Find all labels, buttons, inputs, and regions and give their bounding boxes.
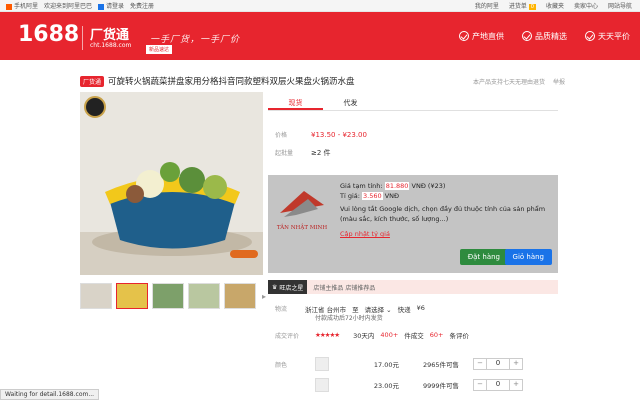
shop-text: 店铺主推品 店铺推荐品	[313, 284, 376, 292]
ship-note: 付款成功后72小时内发货	[315, 315, 383, 322]
minus-icon[interactable]: −	[474, 359, 486, 369]
mobile-link[interactable]: 手机阿里	[6, 1, 38, 10]
check-circle-icon	[522, 31, 532, 41]
nav-quality-select[interactable]: 品质精选	[522, 31, 567, 42]
slogan-tag: 新品速达	[146, 45, 173, 54]
thumbnail[interactable]	[188, 283, 220, 309]
quantity-stepper[interactable]: − 0 +	[473, 358, 523, 370]
my-alibaba-link[interactable]: 我的阿里	[475, 1, 499, 10]
stats-label: 成交评价	[275, 332, 300, 340]
price-row: 价格 ¥13.50 - ¥23.00	[275, 130, 367, 139]
shipping-label: 物流	[275, 306, 288, 313]
cart-count-badge: 0	[528, 4, 536, 10]
check-circle-icon	[585, 31, 595, 41]
product-photo	[80, 92, 263, 275]
quantity-input[interactable]: 0	[486, 359, 510, 369]
variant-row: 颜色 17.00元 2965件可售 − 0 +	[275, 357, 523, 371]
price-value: ¥13.50 - ¥23.00	[311, 131, 367, 139]
thumbnail[interactable]	[80, 283, 112, 309]
extension-panel: TÂN NHẬT MINH Giá tạm tính: 81.880 VNĐ (…	[268, 175, 558, 273]
quantity-stepper[interactable]: − 0 +	[473, 379, 523, 391]
estimated-price-line: Giá tạm tính: 81.880 VNĐ (¥23)	[340, 182, 446, 190]
plus-icon[interactable]: +	[510, 359, 522, 369]
logo-divider	[82, 26, 83, 50]
tan-nhat-minh-logo: TÂN NHẬT MINH	[277, 191, 328, 231]
plus-icon[interactable]: +	[510, 380, 522, 390]
cart-button[interactable]: Giỏ hàng	[504, 249, 552, 265]
deal-count: 400+	[380, 331, 399, 339]
variant-thumbnail[interactable]	[315, 378, 329, 392]
site-logo[interactable]: 1688	[18, 22, 79, 47]
site-nav-link[interactable]: 网站导航	[608, 1, 632, 10]
product-main-image[interactable]	[80, 92, 263, 275]
svg-text:TÂN NHẬT MINH: TÂN NHẬT MINH	[277, 223, 328, 231]
product-title-row: 厂货通 可旋转火锅蔬菜拼盘家用分格抖音同款塑料双层火果盘火锅沥水盘	[80, 75, 355, 87]
stats-row: 成交评价 ★★★★★ 30天内 400+ 件成交 60+ 条评价	[275, 330, 469, 340]
browser-status-bar: Waiting for detail.1688.com...	[0, 389, 100, 400]
slogan: 一手厂货，一手厂价	[150, 35, 241, 45]
phone-icon	[6, 3, 12, 10]
user-icon	[98, 3, 105, 10]
crown-icon: ♛	[272, 283, 278, 291]
nav-daily-price[interactable]: 天天平价	[585, 31, 630, 42]
product-title: 可旋转火锅蔬菜拼盘家用分格抖音同款塑料双层火果盘火锅沥水盘	[108, 77, 355, 87]
nav-origin-direct[interactable]: 产地直供	[459, 31, 504, 42]
chevron-down-icon: ⌄	[386, 306, 392, 314]
tab-dropship[interactable]: 代发	[323, 95, 378, 110]
top-bar-right: 我的阿里 进货单 0 收藏夹 卖家中心 网站导航	[475, 1, 640, 10]
moq-row: 起批量 ≥2 件	[275, 148, 331, 158]
exchange-rate-line: Tỉ giá: 3.560 VNĐ	[340, 192, 400, 200]
variant-label: 颜色	[275, 361, 288, 369]
quantity-input[interactable]: 0	[486, 380, 510, 390]
register-link[interactable]: 免费注册	[130, 1, 154, 10]
thumbnail[interactable]	[224, 283, 256, 309]
stats-days: 30天内	[353, 332, 375, 340]
extension-info: Giá tạm tính: 81.880 VNĐ (¥23) Tỉ giá: 3…	[340, 181, 545, 239]
variant-stock: 2965件可售	[422, 361, 459, 369]
tab-in-stock[interactable]: 现货	[268, 95, 323, 110]
store-tag: 厂货通	[80, 75, 105, 87]
variant-thumbnail[interactable]	[315, 357, 329, 371]
brand-badge-icon	[84, 96, 106, 118]
favorites-link[interactable]: 收藏夹	[546, 1, 564, 10]
variant-stock: 9999件可售	[422, 382, 459, 390]
deal-word: 件成交	[404, 332, 424, 340]
site-header: 1688 厂货通 cht.1688.com 一手厂货，一手厂价 新品速达 产地直…	[0, 12, 640, 60]
review-word: 条评价	[449, 332, 470, 340]
thumbnail[interactable]	[116, 283, 148, 309]
cart-link[interactable]: 进货单 0	[509, 1, 536, 10]
instruction-line: Vui lòng tắt Google dịch, chọn đầy đủ th…	[340, 205, 546, 213]
channel-url: cht.1688.com	[90, 42, 132, 49]
rating-stars: ★★★★★	[315, 331, 340, 339]
moq-label: 起批量	[275, 150, 294, 157]
channel-name[interactable]: 厂货通	[90, 24, 129, 43]
welcome-text: 欢迎来到阿里巴巴	[44, 3, 93, 10]
order-button[interactable]: Đặt hàng	[459, 249, 508, 265]
minus-icon[interactable]: −	[474, 380, 486, 390]
price-label: 价格	[275, 132, 288, 139]
update-rate-link[interactable]: Cập nhật tỷ giá	[340, 229, 545, 239]
check-circle-icon	[459, 31, 469, 41]
report-link[interactable]: 举报	[553, 77, 565, 86]
review-count[interactable]: 60+	[430, 331, 444, 339]
ship-method: 快递	[397, 306, 411, 314]
variant-price: 23.00元	[373, 382, 399, 390]
instruction-line-2: (màu sắc, kích thước, số lượng...)	[340, 215, 449, 223]
variant-price: 17.00元	[373, 361, 399, 369]
seller-center-link[interactable]: 卖家中心	[574, 1, 598, 10]
thumbnail-next-icon[interactable]: ▸	[260, 283, 268, 309]
login-link[interactable]: 请登录	[98, 1, 124, 10]
return-policy-text: 本产品支持七天无理由退货	[472, 79, 545, 86]
header-nav: 产地直供 品质精选 天天平价	[459, 12, 630, 60]
thumbnail[interactable]	[152, 283, 184, 309]
title-actions: 本产品支持七天无理由退货 举报	[473, 77, 565, 86]
variant-row: 23.00元 9999件可售 − 0 +	[275, 378, 523, 392]
thumbnail-strip: ▸	[80, 283, 268, 309]
shop-bar: ♛ 旺店之星 店铺主推品 店铺推荐品	[268, 280, 558, 294]
moq-value: ≥2 件	[311, 149, 331, 157]
purchase-tabs: 现货 代发	[268, 95, 558, 111]
shop-tag[interactable]: ♛ 旺店之星	[268, 280, 308, 294]
ship-fee: ¥6	[416, 304, 425, 312]
top-bar: 手机阿里 欢迎来到阿里巴巴 请登录 免费注册 我的阿里 进货单 0 收藏夹 卖家…	[0, 0, 640, 12]
